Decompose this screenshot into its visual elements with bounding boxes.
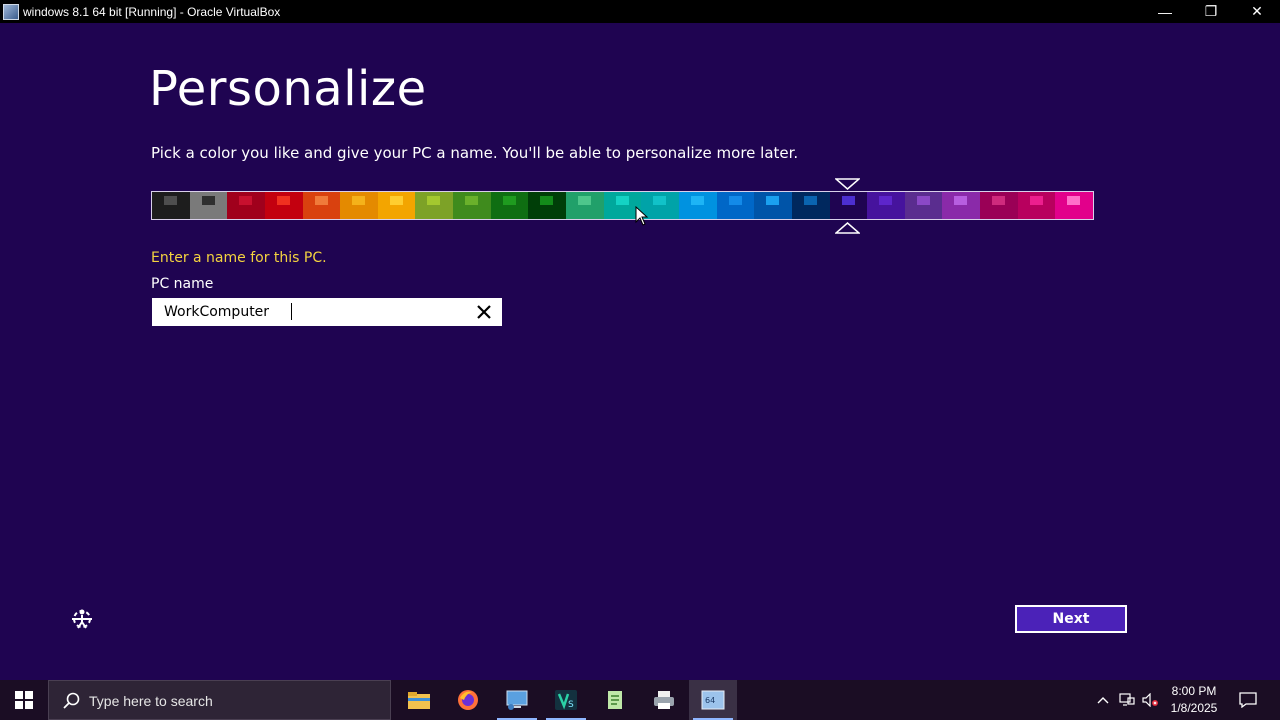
mouse-pointer-icon	[635, 206, 649, 226]
text-caret	[291, 303, 292, 320]
color-swatch[interactable]	[716, 192, 755, 219]
color-swatch[interactable]	[189, 192, 228, 219]
window-titlebar: windows 8.1 64 bit [Running] - Oracle Vi…	[0, 0, 1280, 23]
file-explorer-taskbar-icon[interactable]	[395, 680, 443, 720]
show-hidden-icons-chevron-icon[interactable]	[1093, 680, 1113, 720]
color-swatch[interactable]	[528, 192, 567, 219]
color-swatch[interactable]	[566, 192, 604, 219]
firefox-taskbar-icon[interactable]	[444, 680, 492, 720]
color-swatch[interactable]	[754, 192, 792, 219]
taskbar: Type here to search S 64 8:00 PM 1/8/202…	[0, 680, 1280, 720]
color-swatch[interactable]	[678, 192, 717, 219]
color-swatch[interactable]	[867, 192, 905, 219]
pc-name-input[interactable]: WorkComputer	[152, 298, 502, 326]
windows-logo-icon	[15, 691, 33, 709]
color-swatch[interactable]	[791, 192, 830, 219]
search-icon	[63, 692, 80, 709]
taskbar-search-box[interactable]: Type here to search	[48, 680, 391, 720]
selected-color-indicator-top	[835, 178, 860, 190]
taskbar-clock[interactable]: 8:00 PM 1/8/2025	[1163, 683, 1225, 717]
window-title: windows 8.1 64 bit [Running] - Oracle Vi…	[23, 4, 281, 19]
svg-text:64: 64	[705, 696, 715, 705]
color-swatch[interactable]	[829, 192, 868, 219]
color-swatch[interactable]	[490, 192, 529, 219]
network-icon[interactable]	[1116, 680, 1138, 720]
printer-taskbar-icon[interactable]	[640, 680, 688, 720]
color-swatch[interactable]	[1017, 192, 1056, 219]
color-swatch[interactable]	[302, 192, 341, 219]
color-swatch[interactable]	[340, 192, 378, 219]
color-swatch[interactable]	[415, 192, 454, 219]
start-button[interactable]	[0, 680, 48, 720]
volume-muted-icon[interactable]	[1140, 680, 1162, 720]
pc-name-label: PC name	[151, 276, 214, 292]
color-swatch[interactable]	[1055, 192, 1094, 219]
page-title: Personalize	[149, 61, 427, 117]
restore-button[interactable]: ❐	[1188, 0, 1234, 23]
notifications-icon[interactable]	[1234, 680, 1262, 720]
search-placeholder: Type here to search	[89, 693, 213, 709]
vm-screen: Personalize Pick a color you like and gi…	[0, 23, 1280, 680]
color-swatch[interactable]	[264, 192, 303, 219]
visual-studio-taskbar-icon[interactable]: S	[542, 680, 590, 720]
color-swatch[interactable]	[377, 192, 416, 219]
virtualbox-taskbar-icon[interactable]: 64	[689, 680, 737, 720]
color-swatch[interactable]	[152, 192, 190, 219]
minimize-button[interactable]: —	[1142, 0, 1188, 23]
ease-of-access-icon[interactable]	[66, 607, 100, 631]
remote-desktop-taskbar-icon[interactable]	[493, 680, 541, 720]
close-button[interactable]: ✕	[1234, 0, 1280, 23]
color-palette	[151, 191, 1094, 220]
page-subtitle: Pick a color you like and give your PC a…	[151, 144, 799, 162]
color-swatch[interactable]	[227, 192, 265, 219]
svg-text:S: S	[568, 700, 574, 710]
virtualbox-app-icon	[3, 3, 19, 20]
pc-name-value: WorkComputer	[164, 304, 270, 320]
color-swatch[interactable]	[980, 192, 1018, 219]
clock-date: 1/8/2025	[1170, 701, 1218, 715]
name-prompt: Enter a name for this PC.	[151, 250, 327, 266]
clear-icon[interactable]	[474, 302, 494, 322]
color-swatch[interactable]	[942, 192, 981, 219]
color-swatch[interactable]	[453, 192, 491, 219]
color-swatch[interactable]	[904, 192, 943, 219]
notepad-plus-taskbar-icon[interactable]	[591, 680, 639, 720]
next-button[interactable]: Next	[1015, 605, 1127, 633]
clock-time: 8:00 PM	[1171, 684, 1217, 698]
selected-color-indicator-bottom	[835, 222, 860, 234]
